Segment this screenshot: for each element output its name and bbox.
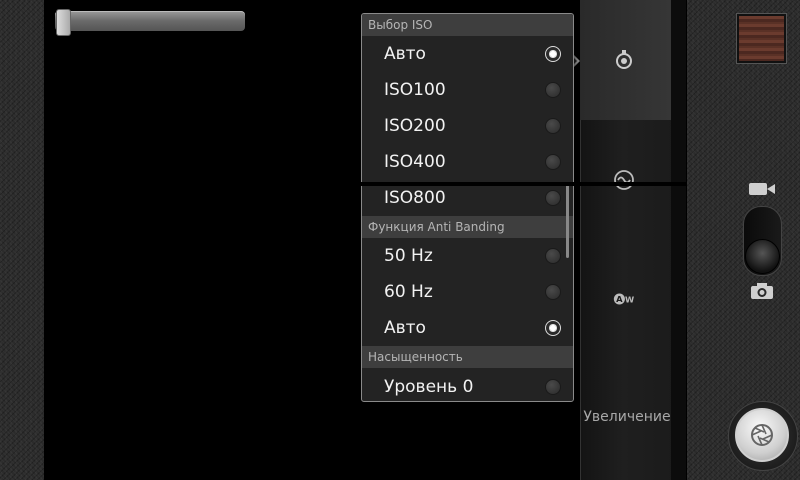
option-iso-200[interactable]: ISO200 — [362, 108, 573, 144]
mode-switch-knob[interactable] — [745, 239, 780, 274]
last-photo-thumbnail[interactable] — [736, 13, 787, 64]
zoom-slider-track[interactable] — [55, 11, 245, 31]
option-label: Уровень 0 — [384, 377, 474, 397]
option-banding-50hz[interactable]: 50 Hz — [362, 238, 573, 274]
shutter-button[interactable] — [735, 408, 789, 462]
option-label: 50 Hz — [384, 246, 433, 266]
section-header-anti-banding: Функция Anti Banding — [362, 216, 573, 238]
option-label: ISO100 — [384, 80, 446, 100]
radio-button[interactable] — [545, 379, 561, 395]
radio-button[interactable] — [545, 190, 561, 206]
option-saturation-level-0[interactable]: Уровень 0 — [362, 369, 573, 401]
section-header-iso: Выбор ISO — [362, 14, 573, 36]
radio-button-checked[interactable] — [545, 320, 561, 336]
radio-button[interactable] — [545, 82, 561, 98]
settings-column-edge — [671, 0, 686, 480]
option-label: 60 Hz — [384, 282, 433, 302]
left-frame — [0, 0, 45, 480]
auto-white-balance-icon[interactable]: A W — [612, 289, 636, 309]
option-label: ISO400 — [384, 152, 446, 172]
camera-icon[interactable] — [749, 281, 775, 301]
option-banding-60hz[interactable]: 60 Hz — [362, 274, 573, 310]
option-label: Авто — [384, 318, 426, 338]
option-label: ISO200 — [384, 116, 446, 136]
radio-button-checked[interactable] — [545, 46, 561, 62]
option-iso-400[interactable]: ISO400 — [362, 144, 573, 180]
aperture-icon — [751, 424, 773, 446]
radio-button[interactable] — [545, 118, 561, 134]
radio-button[interactable] — [545, 248, 561, 264]
svg-text:W: W — [625, 295, 634, 305]
option-iso-100[interactable]: ISO100 — [362, 72, 573, 108]
option-label: Авто — [384, 44, 426, 64]
iso-icon[interactable] — [612, 49, 636, 73]
settings-popup-menu: Выбор ISO Авто ISO100 ISO200 ISO400 ISO8… — [361, 13, 574, 402]
zoom-label[interactable]: Увеличение — [582, 409, 672, 425]
anti-banding-icon[interactable] — [612, 168, 636, 192]
option-banding-auto[interactable]: Авто — [362, 310, 573, 346]
section-header-saturation: Насыщенность — [362, 346, 573, 368]
popup-scrollbar[interactable] — [566, 182, 569, 258]
svg-text:A: A — [616, 294, 623, 304]
zoom-slider-thumb[interactable] — [56, 9, 71, 36]
render-artifact-line — [355, 182, 686, 186]
radio-button[interactable] — [545, 284, 561, 300]
video-camera-icon[interactable] — [747, 181, 777, 197]
option-iso-auto[interactable]: Авто — [362, 36, 573, 72]
radio-button[interactable] — [545, 154, 561, 170]
